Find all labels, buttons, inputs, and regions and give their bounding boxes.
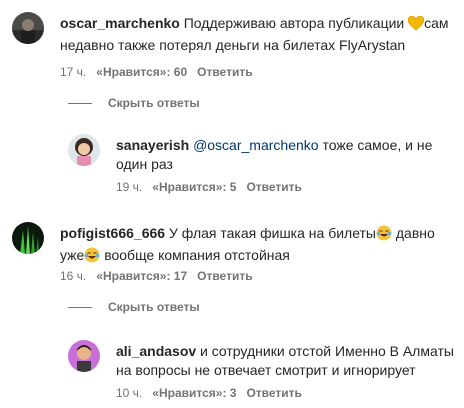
tears-of-joy-icon (84, 247, 100, 268)
reply-button[interactable]: Ответить (197, 268, 252, 284)
reply-button[interactable]: Ответить (246, 179, 301, 195)
username[interactable]: oscar_marchenko (60, 15, 180, 31)
comment-text: oscar_marchenko Поддерживаю автора публи… (60, 14, 452, 55)
yellow-heart-icon (407, 15, 425, 36)
comment-text: ali_andasov и сотрудники отстой Именно В… (116, 342, 456, 380)
comment-meta: 10 ч. «Нравится»: 3 Ответить (116, 385, 302, 401)
avatar[interactable] (12, 222, 44, 254)
comment-meta: 17 ч. «Нравится»: 60 Ответить (60, 64, 253, 80)
reply-button[interactable]: Ответить (197, 64, 252, 80)
reply-button[interactable]: Ответить (246, 385, 301, 401)
avatar[interactable] (68, 134, 100, 166)
mention-link[interactable]: @oscar_marchenko (193, 137, 319, 153)
hide-replies-button[interactable]: Скрыть ответы (68, 300, 200, 314)
hide-replies-label: Скрыть ответы (108, 300, 200, 314)
divider-line (68, 102, 92, 104)
comment-body-end: вообще компания отстойная (100, 247, 290, 263)
avatar[interactable] (68, 340, 100, 372)
avatar[interactable] (12, 12, 44, 44)
username[interactable]: ali_andasov (116, 343, 196, 359)
hide-replies-button[interactable]: Скрыть ответы (68, 96, 200, 110)
comment-text: pofigist666_666 У флая такая фишка на би… (60, 224, 452, 268)
hide-replies-label: Скрыть ответы (108, 96, 200, 110)
timestamp[interactable]: 19 ч. (116, 179, 142, 195)
tears-of-joy-icon (376, 225, 392, 246)
timestamp[interactable]: 17 ч. (60, 64, 86, 80)
comment-body: У флая такая фишка на билеты (168, 225, 376, 241)
timestamp[interactable]: 10 ч. (116, 385, 142, 401)
likes-count[interactable]: «Нравится»: 17 (96, 268, 187, 284)
comment-body: Поддерживаю автора публикации (183, 15, 409, 31)
likes-count[interactable]: «Нравится»: 5 (152, 179, 236, 195)
comment-meta: 16 ч. «Нравится»: 17 Ответить (60, 268, 253, 284)
username[interactable]: pofigist666_666 (60, 225, 165, 241)
comment-meta: 19 ч. «Нравится»: 5 Ответить (116, 179, 302, 195)
username[interactable]: sanayerish (116, 137, 189, 153)
likes-count[interactable]: «Нравится»: 3 (152, 385, 236, 401)
comment-text: sanayerish @oscar_marchenko тоже самое, … (116, 136, 452, 174)
timestamp[interactable]: 16 ч. (60, 268, 86, 284)
divider-line (68, 306, 92, 308)
likes-count[interactable]: «Нравится»: 60 (96, 64, 187, 80)
